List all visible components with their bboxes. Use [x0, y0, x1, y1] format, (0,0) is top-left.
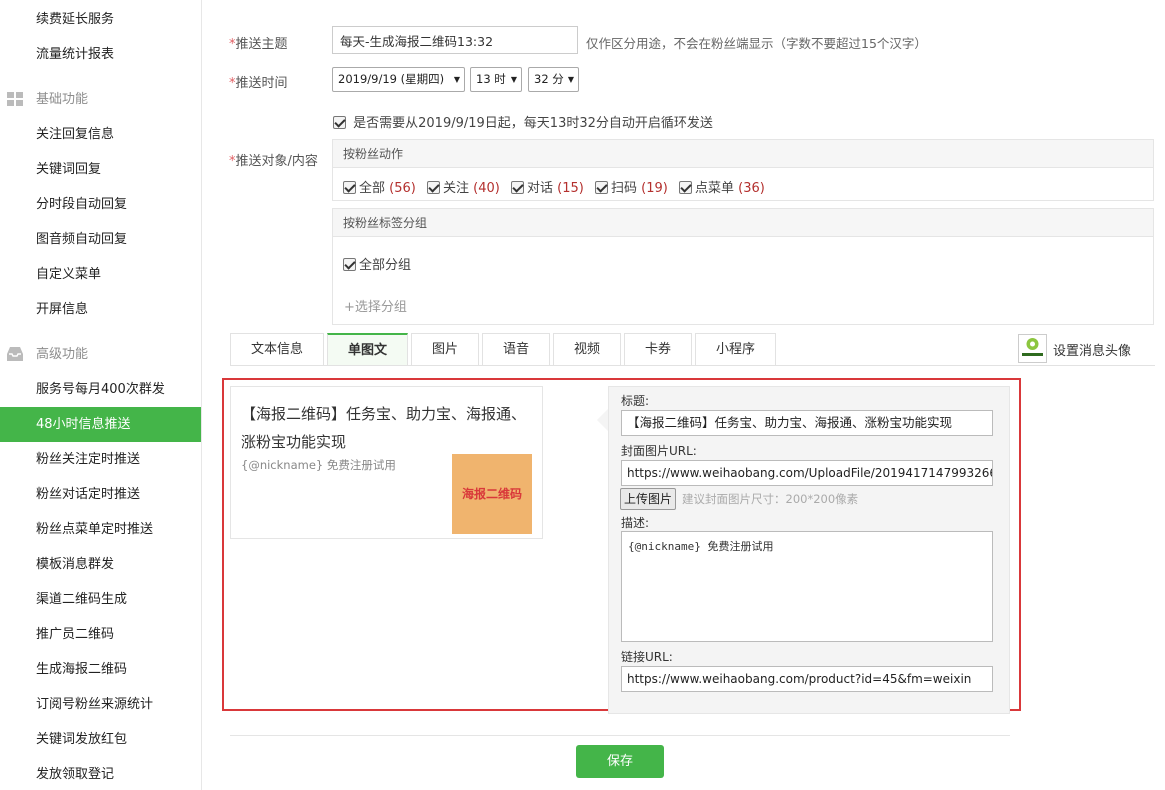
article-preview: 【海报二维码】任务宝、助力宝、海报通、涨粉宝功能实现 {@nickname} 免… — [230, 386, 543, 539]
loop-label: 是否需要从2019/9/19日起，每天13时32分自动开启循环发送 — [353, 116, 713, 131]
loop-checkbox[interactable] — [333, 116, 346, 129]
tab-text[interactable]: 文本信息 — [230, 333, 324, 365]
nav-item-promoter-qr[interactable]: 推广员二维码 — [0, 617, 201, 652]
tabs-divider — [230, 365, 1155, 366]
upload-image-button[interactable]: 上传图片 — [620, 488, 677, 510]
nav-item-channel-qr[interactable]: 渠道二维码生成 — [0, 582, 201, 617]
cover-url-input[interactable]: https://www.weihaobang.com/UploadFile/20… — [621, 460, 993, 486]
nav-item-keyword-reply[interactable]: 关键词回复 — [0, 152, 201, 187]
nav-item-menu-push[interactable]: 粉丝点菜单定时推送 — [0, 512, 201, 547]
loop-option[interactable]: 是否需要从2019/9/19日起，每天13时32分自动开启循环发送 — [333, 112, 713, 131]
sidebar: 续费延长服务 流量统计报表 基础功能 关注回复信息 关键词回复 分时段自动回复 … — [0, 0, 202, 790]
inbox-icon — [7, 347, 23, 361]
footer-divider — [230, 735, 1010, 736]
tab-card[interactable]: 卡券 — [624, 333, 692, 365]
select-group-link[interactable]: +选择分组 — [344, 296, 407, 315]
panel-pointer — [597, 409, 608, 431]
title-label: 标题: — [621, 394, 650, 408]
grid-icon — [7, 92, 23, 106]
tag-panel: 按粉丝标签分组 — [332, 208, 1154, 325]
nav-item-claim-record[interactable]: 发放领取登记 — [0, 757, 201, 790]
nav-item-48h-push[interactable]: 48小时信息推送 — [0, 407, 201, 442]
title-input[interactable]: 【海报二维码】任务宝、助力宝、海报通、涨粉宝功能实现 — [621, 410, 993, 436]
tag-panel-title: 按粉丝标签分组 — [333, 209, 1153, 237]
date-select[interactable]: 2019/9/19 (星期四) ▼ — [332, 67, 465, 92]
chevron-down-icon: ▼ — [567, 75, 574, 84]
action-checkbox-follow[interactable] — [427, 181, 440, 194]
preview-thumbnail: 海报二维码 — [452, 454, 532, 534]
tab-image[interactable]: 图片 — [411, 333, 479, 365]
nav-item-media-reply[interactable]: 图音频自动回复 — [0, 222, 201, 257]
section-advanced-label: 高级功能 — [36, 347, 89, 362]
minute-select[interactable]: 32 分 ▼ — [528, 67, 579, 92]
nav-item-renew[interactable]: 续费延长服务 — [0, 2, 201, 37]
action-panel-title: 按粉丝动作 — [333, 140, 1153, 168]
time-label: *推送时间 — [229, 76, 288, 91]
nav-item-poster-qr[interactable]: 生成海报二维码 — [0, 652, 201, 687]
set-avatar-link[interactable]: 设置消息头像 — [1053, 340, 1131, 359]
target-label: *推送对象/内容 — [229, 154, 318, 169]
topic-label: *推送主题 — [229, 37, 288, 52]
action-option-chat[interactable]: 对话 (15) — [511, 177, 584, 196]
nav-item-template-msg[interactable]: 模板消息群发 — [0, 547, 201, 582]
section-basic-label: 基础功能 — [36, 92, 89, 107]
hour-select[interactable]: 13 时 ▼ — [470, 67, 522, 92]
desc-label: 描述: — [621, 516, 650, 530]
action-checkbox-chat[interactable] — [511, 181, 524, 194]
topic-input[interactable] — [332, 26, 578, 54]
all-groups-checkbox[interactable] — [343, 258, 356, 271]
tab-video[interactable]: 视频 — [553, 333, 621, 365]
nav-item-chat-push[interactable]: 粉丝对话定时推送 — [0, 477, 201, 512]
save-button[interactable]: 保存 — [576, 745, 664, 778]
action-checkbox-menu[interactable] — [679, 181, 692, 194]
nav-item-custom-menu[interactable]: 自定义菜单 — [0, 257, 201, 292]
upload-hint: 建议封面图片尺寸：200*200像素 — [682, 492, 859, 506]
nav-item-time-reply[interactable]: 分时段自动回复 — [0, 187, 201, 222]
logo-icon — [1022, 338, 1043, 356]
nav-item-follow-reply[interactable]: 关注回复信息 — [0, 117, 201, 152]
tab-single-article[interactable]: 单图文 — [327, 333, 408, 365]
topic-hint: 仅作区分用途，不会在粉丝端显示（字数不要超过15个汉字） — [586, 36, 927, 51]
cover-url-label: 封面图片URL: — [621, 444, 697, 458]
nav-item-fan-source[interactable]: 订阅号粉丝来源统计 — [0, 687, 201, 722]
nav-item-keyword-redpack[interactable]: 关键词发放红包 — [0, 722, 201, 757]
tab-miniprogram[interactable]: 小程序 — [695, 333, 776, 365]
desc-textarea[interactable]: {@nickname} 免费注册试用 — [621, 531, 993, 642]
preview-desc: {@nickname} 免费注册试用 — [241, 458, 396, 472]
nav-item-traffic-stats[interactable]: 流量统计报表 — [0, 37, 201, 72]
nav-item-splash[interactable]: 开屏信息 — [0, 292, 201, 327]
tab-voice[interactable]: 语音 — [482, 333, 550, 365]
action-option-follow[interactable]: 关注 (40) — [427, 177, 500, 196]
section-basic: 基础功能 — [0, 82, 201, 117]
action-checkbox-scan[interactable] — [595, 181, 608, 194]
chevron-down-icon: ▼ — [453, 75, 460, 84]
link-url-input[interactable]: https://www.weihaobang.com/product?id=45… — [621, 666, 993, 692]
action-option-scan[interactable]: 扫码 (19) — [595, 177, 668, 196]
action-option-all[interactable]: 全部 (56) — [343, 177, 416, 196]
action-option-menu[interactable]: 点菜单 (36) — [679, 177, 765, 196]
preview-title: 【海报二维码】任务宝、助力宝、海报通、涨粉宝功能实现 — [241, 405, 527, 451]
action-checkbox-all[interactable] — [343, 181, 356, 194]
all-groups-option[interactable]: 全部分组 — [343, 254, 411, 273]
nav-item-mass-send[interactable]: 服务号每月400次群发 — [0, 372, 201, 407]
avatar[interactable] — [1018, 334, 1047, 363]
section-advanced: 高级功能 — [0, 337, 201, 372]
chevron-down-icon: ▼ — [510, 75, 517, 84]
nav-item-follow-push[interactable]: 粉丝关注定时推送 — [0, 442, 201, 477]
link-url-label: 链接URL: — [621, 650, 673, 664]
